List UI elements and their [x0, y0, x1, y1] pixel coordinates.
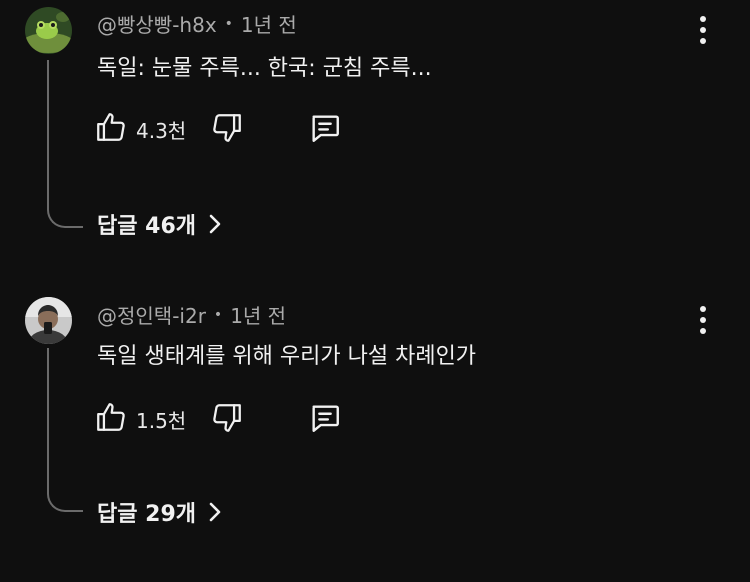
- comment-text: 독일: 눈물 주륵... 한국: 군침 주륵...: [97, 56, 432, 81]
- author-name[interactable]: @정인택-i2r: [97, 300, 206, 329]
- dislike-button[interactable]: [210, 111, 244, 149]
- author-name[interactable]: @빵상빵-h8x: [97, 9, 217, 38]
- like-button[interactable]: [94, 400, 128, 438]
- separator-dot: •: [213, 306, 223, 323]
- thumbs-down-icon: [213, 404, 241, 432]
- reply-thread-line: [47, 348, 83, 512]
- comment: @빵상빵-h8x • 1년 전 독일: 눈물 주륵... 한국: 군침 주륵..…: [0, 0, 750, 290]
- thumbs-down-icon: [213, 114, 241, 142]
- thumbs-up-icon: [97, 403, 125, 431]
- frog-avatar-icon[interactable]: [25, 7, 72, 54]
- comment-actions: 1.5천: [94, 400, 374, 436]
- comment-bubble-icon: [312, 405, 339, 432]
- comment-actions: 4.3천: [94, 110, 374, 146]
- view-replies-button[interactable]: 답글 46개: [97, 208, 222, 240]
- chevron-right-icon: [209, 502, 221, 522]
- person-avatar-icon[interactable]: [25, 297, 72, 344]
- like-button[interactable]: [94, 110, 128, 148]
- separator-dot: •: [224, 15, 233, 32]
- reply-button[interactable]: [307, 111, 343, 149]
- thumbs-up-icon: [97, 113, 125, 141]
- dislike-button[interactable]: [210, 401, 244, 439]
- comment-time[interactable]: 1년 전: [241, 9, 297, 38]
- like-count: 4.3천: [136, 119, 187, 143]
- comment: @정인택-i2r • 1년 전 독일 생태계를 위해 우리가 나설 차례인가 1…: [0, 292, 750, 582]
- more-options-icon[interactable]: [688, 300, 718, 340]
- replies-label: 답글 29개: [97, 502, 196, 527]
- view-replies-button[interactable]: 답글 29개: [97, 496, 222, 528]
- more-options-icon[interactable]: [688, 10, 718, 50]
- chevron-right-icon: [209, 214, 221, 234]
- like-count: 1.5천: [136, 409, 187, 433]
- reply-button[interactable]: [307, 401, 343, 439]
- reply-thread-line: [47, 60, 83, 228]
- comment-meta: @빵상빵-h8x • 1년 전: [97, 9, 297, 38]
- comment-meta: @정인택-i2r • 1년 전: [97, 300, 286, 329]
- comment-bubble-icon: [312, 115, 339, 142]
- comment-time[interactable]: 1년 전: [230, 300, 286, 329]
- comment-text: 독일 생태계를 위해 우리가 나설 차례인가: [97, 344, 477, 369]
- replies-label: 답글 46개: [97, 214, 196, 239]
